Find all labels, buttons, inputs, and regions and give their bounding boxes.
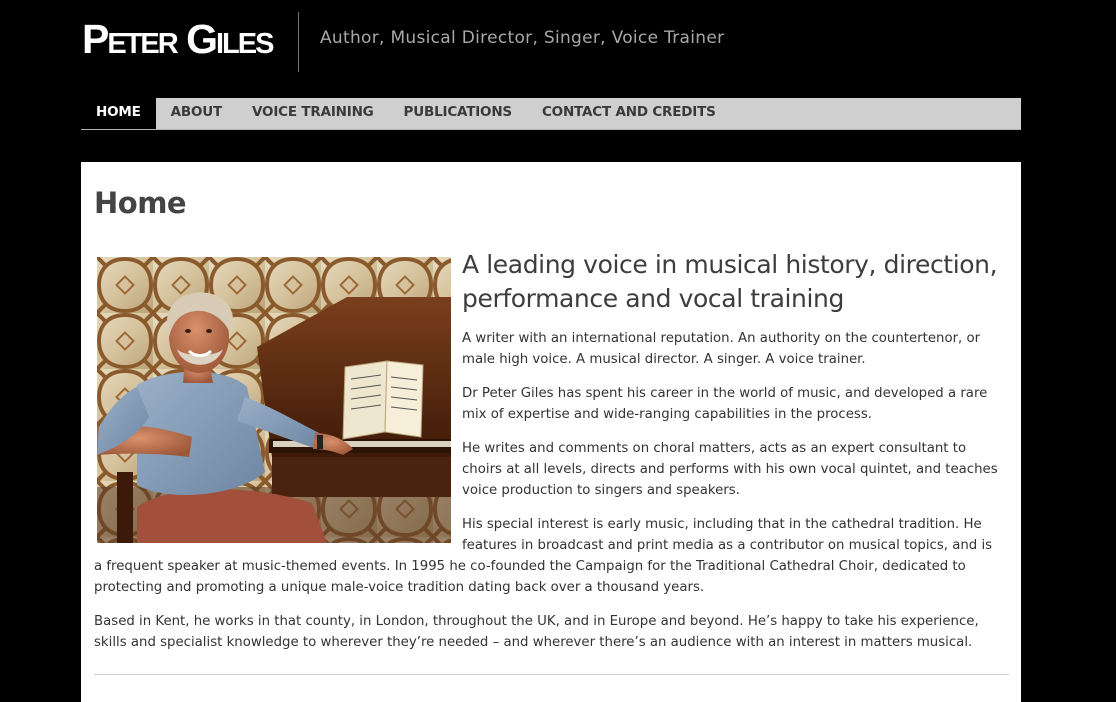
main-nav: HOME ABOUT VOICE TRAINING PUBLICATIONS C… [81,98,1021,130]
article-body: A leading voice in musical history, dire… [94,248,999,666]
content-divider [94,674,1009,675]
photo-float-spacer [94,248,462,550]
site-logo[interactable]: Peter Giles [82,14,274,64]
nav-item-publications[interactable]: PUBLICATIONS [389,98,527,129]
nav-item-home[interactable]: HOME [81,98,156,129]
site-header: Peter Giles Author, Musical Director, Si… [0,0,1116,98]
paragraph: Based in Kent, he works in that county, … [94,614,979,650]
nav-item-contact-and-credits[interactable]: CONTACT AND CREDITS [527,98,731,129]
main-content: Home A leading voice in musical history,… [81,162,1021,702]
site-tagline: Author, Musical Director, Singer, Voice … [320,28,725,48]
nav-item-about[interactable]: ABOUT [156,98,237,129]
page-title: Home [94,186,187,220]
nav-item-voice-training[interactable]: VOICE TRAINING [237,98,389,129]
header-divider [298,12,299,72]
